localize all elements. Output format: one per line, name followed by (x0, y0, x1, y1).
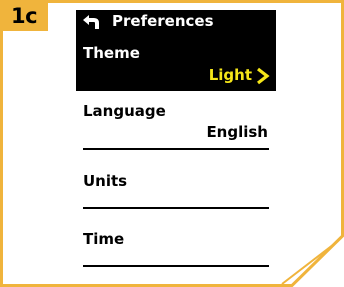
setting-label-units: Units (83, 172, 128, 190)
row-divider (83, 265, 269, 267)
setting-label-time: Time (83, 230, 125, 248)
setting-row-language[interactable]: Language English (76, 96, 276, 154)
setting-label-language: Language (83, 102, 166, 120)
back-arrow-icon[interactable] (82, 14, 100, 30)
setting-row-theme[interactable]: Theme Light (76, 34, 276, 91)
step-badge: 1c (0, 0, 48, 31)
setting-row-time[interactable]: Time (76, 218, 276, 270)
setting-row-units[interactable]: Units (76, 160, 276, 212)
chevron-right-icon (257, 67, 270, 85)
setting-value-language: English (206, 123, 268, 141)
setting-label-theme: Theme (83, 44, 140, 62)
screen-header: Preferences (76, 10, 276, 34)
row-divider (83, 207, 269, 209)
row-divider (83, 148, 269, 150)
setting-value-theme: Light (208, 66, 252, 84)
page-title: Preferences (112, 12, 214, 30)
